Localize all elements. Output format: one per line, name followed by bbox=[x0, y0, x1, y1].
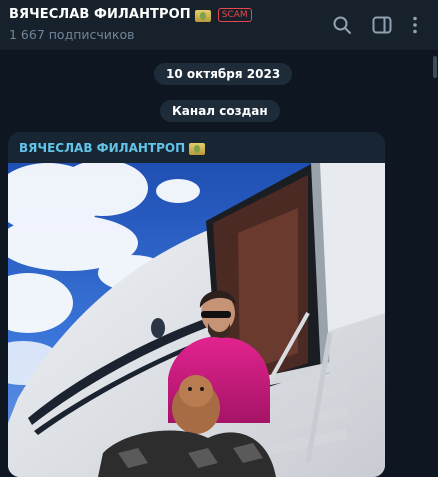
search-icon[interactable] bbox=[330, 13, 354, 37]
scrollbar-thumb[interactable] bbox=[433, 56, 437, 78]
post-author-name[interactable]: ВЯЧЕСЛАВ ФИЛАНТРОП bbox=[19, 141, 185, 155]
money-emoji-icon bbox=[194, 9, 211, 22]
channel-title[interactable]: ВЯЧЕСЛАВ ФИЛАНТРОП bbox=[9, 7, 191, 22]
chat-header: ВЯЧЕСЛАВ ФИЛАНТРОП SCAM 1 667 подписчико… bbox=[0, 0, 438, 51]
channel-post[interactable]: ВЯЧЕСЛАВ ФИЛАНТРОП bbox=[8, 132, 385, 477]
sidebar-toggle-icon[interactable] bbox=[370, 13, 394, 37]
scam-badge: SCAM bbox=[217, 7, 252, 22]
channel-title-row[interactable]: ВЯЧЕСЛАВ ФИЛАНТРОП SCAM bbox=[9, 7, 252, 22]
post-photo[interactable] bbox=[8, 163, 385, 477]
service-message: Канал создан bbox=[160, 100, 280, 122]
post-author-row[interactable]: ВЯЧЕСЛАВ ФИЛАНТРОП bbox=[19, 141, 206, 155]
scrollbar[interactable] bbox=[432, 51, 438, 469]
subscriber-count: 1 667 подписчиков bbox=[9, 27, 135, 42]
date-label: 10 октября 2023 bbox=[154, 63, 293, 85]
more-vertical-icon[interactable] bbox=[403, 13, 427, 37]
money-emoji-icon bbox=[189, 143, 206, 155]
